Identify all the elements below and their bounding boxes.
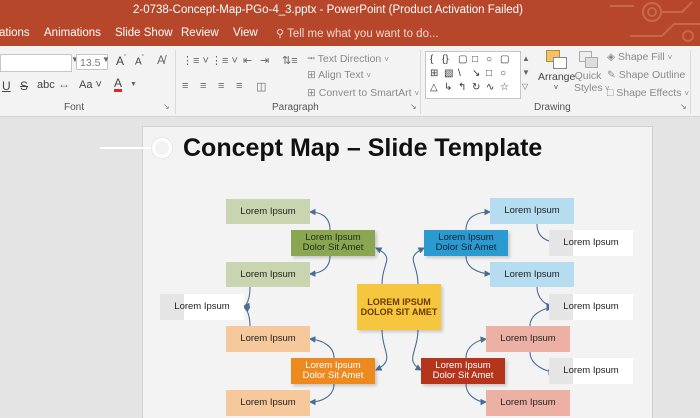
leaf-node-label: Lorem Ipsum xyxy=(504,205,560,216)
center-concept-node[interactable]: LOREM IPSUM DOLOR SIT AMET xyxy=(357,284,441,330)
leaf-node-label: Lorem Ipsum xyxy=(500,333,556,344)
leaf-node-label: Lorem Ipsum xyxy=(174,301,230,312)
connector-leaf2-to-leaf3 xyxy=(242,286,251,310)
leaf-node[interactable]: Lorem Ipsum xyxy=(226,390,310,416)
mid-node-green[interactable]: Lorem Ipsum Dolor Sit Amet xyxy=(291,230,375,256)
leaf-node-label: Lorem Ipsum xyxy=(240,397,296,408)
mid-node-orange[interactable]: Lorem Ipsum Dolor Sit Amet xyxy=(291,358,375,384)
mid-node-red-line-2: Dolor Sit Amet xyxy=(432,370,494,381)
leaf-node-label: Lorem Ipsum xyxy=(563,365,619,376)
leaf-node[interactable]: Lorem Ipsum xyxy=(226,199,310,224)
leaf-node[interactable]: Lorem Ipsum xyxy=(160,294,244,320)
leaf-node-label: Lorem Ipsum xyxy=(563,301,619,312)
leaf-node[interactable]: Lorem Ipsum xyxy=(486,390,570,416)
connector-center-to-blue xyxy=(412,247,425,285)
connector-red-to-leaf-10 xyxy=(465,336,488,359)
leaf-node[interactable]: Lorem Ipsum xyxy=(549,358,633,384)
connector-red-to-leaf-11 xyxy=(465,383,488,406)
connector-center-to-orange xyxy=(375,329,388,371)
mid-node-orange-line-2: Dolor Sit Amet xyxy=(302,370,364,381)
connector-green-to-leaf-1 xyxy=(308,208,331,231)
center-node-line-2: DOLOR SIT AMET xyxy=(360,307,438,317)
leaf-node[interactable]: Lorem Ipsum xyxy=(486,326,570,352)
mid-node-blue[interactable]: Lorem Ipsum Dolor Sit Amet xyxy=(424,230,508,256)
connector-green-to-leaf-2 xyxy=(308,255,331,277)
leaf-node-label: Lorem Ipsum xyxy=(240,205,296,217)
leaf-node-label: Lorem Ipsum xyxy=(500,397,556,408)
center-node-line-1: LOREM IPSUM xyxy=(367,297,431,307)
connector-blue-to-leaf-5 xyxy=(465,255,492,277)
leaf-node[interactable]: Lorem Ipsum xyxy=(226,262,310,287)
leaf-node[interactable]: Lorem Ipsum xyxy=(490,262,574,287)
leaf-node-label: Lorem Ipsum xyxy=(563,237,619,248)
leaf-node[interactable]: Lorem Ipsum xyxy=(226,326,310,352)
leaf-node[interactable]: Lorem Ipsum xyxy=(549,294,633,320)
concept-map-connectors xyxy=(242,208,558,406)
leaf-node[interactable]: Lorem Ipsum xyxy=(549,230,633,256)
leaf-node-label: Lorem Ipsum xyxy=(240,268,296,280)
connector-blue-to-leaf-4 xyxy=(465,208,492,231)
leaf-node-label: Lorem Ipsum xyxy=(504,268,560,280)
mid-node-blue-line-2: Dolor Sit Amet xyxy=(435,242,497,253)
leaf-node-label: Lorem Ipsum xyxy=(240,333,296,344)
connector-center-to-red xyxy=(412,329,422,371)
mid-node-red[interactable]: Lorem Ipsum Dolor Sit Amet xyxy=(421,358,505,384)
connector-leaf8-to-leaf3 xyxy=(243,306,251,327)
mid-node-green-line-2: Dolor Sit Amet xyxy=(302,242,364,253)
connector-center-to-green xyxy=(375,247,388,285)
leaf-node[interactable]: Lorem Ipsum xyxy=(490,198,574,224)
connector-orange-to-leaf-8 xyxy=(308,336,335,359)
connector-orange-to-leaf-9 xyxy=(308,383,335,406)
